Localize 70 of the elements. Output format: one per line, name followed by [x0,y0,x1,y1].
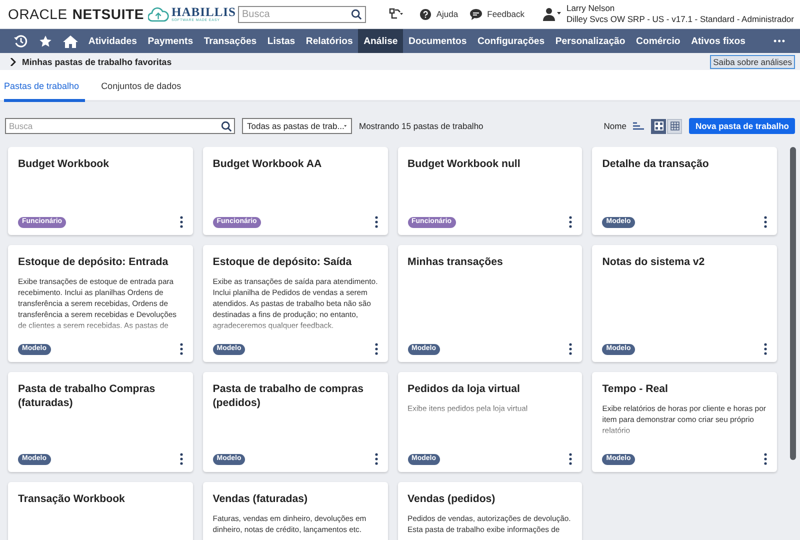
more-options-icon[interactable] [764,216,767,228]
nav-tab[interactable]: Relatórios [300,29,358,53]
help-link[interactable]: Ajuda [436,9,458,19]
search-icon[interactable] [351,8,362,20]
favorites-section-title[interactable]: Minhas pastas de trabalho favoritas [22,56,172,66]
history-icon[interactable] [14,34,28,48]
nav-tab[interactable]: Configurações [472,29,550,53]
more-options-icon[interactable] [569,343,572,355]
more-menu-icon[interactable]: ••• [774,29,786,53]
brand-name-suffix: NETSUITE [72,6,144,22]
nav-tab[interactable]: Atividades [83,29,142,53]
card-title[interactable]: Budget Workbook AA [212,157,378,171]
table-view-toggle[interactable] [667,118,682,134]
card-title[interactable]: Budget Workbook null [408,157,572,171]
partner-logo-name: HABILLIS [172,6,236,18]
scrollbar-thumb[interactable] [790,147,796,460]
card-title[interactable]: Pasta de trabalho Compras (faturadas) [18,382,183,410]
more-options-icon[interactable] [180,453,183,465]
sort-label[interactable]: Nome [604,121,626,131]
more-options-icon[interactable] [764,453,767,465]
chat-icon[interactable] [470,8,482,20]
home-icon[interactable] [63,34,78,48]
more-options-icon[interactable] [180,343,183,355]
card-title[interactable]: Minhas transações [408,255,572,269]
more-options-icon[interactable] [569,216,572,228]
caret-icon[interactable] [344,124,347,128]
more-options-icon[interactable] [569,453,572,465]
expand-chevron-icon[interactable] [9,58,16,66]
user-name: Larry Nelson [566,3,616,14]
nav-tab[interactable]: Análise [358,29,404,53]
nav-tab[interactable]: Personalização [550,29,631,53]
card-title[interactable]: Estoque de depósito: Saída [212,255,378,269]
card-title[interactable]: Pasta de trabalho de compras (pedidos) [212,382,378,410]
card-title[interactable]: Estoque de depósito: Entrada [18,255,183,269]
feedback-link[interactable]: Feedback [487,9,524,19]
card-title[interactable]: Budget Workbook [18,157,183,171]
cloud-logo-icon [148,6,169,22]
role-switch-icon[interactable] [388,8,404,20]
search-icon[interactable] [221,120,232,132]
sort-icon[interactable] [633,122,644,130]
more-options-icon[interactable] [374,453,378,465]
new-workbook-button[interactable]: Nova pasta de trabalho [689,118,795,134]
brand-name: ORACLE [8,6,68,22]
nav-tab[interactable]: Transações [198,29,262,53]
nav-tab[interactable]: Documentos [403,29,472,53]
more-options-icon[interactable] [764,343,767,355]
card-title[interactable]: Tempo - Real [602,382,767,396]
nav-tab[interactable]: Listas [262,29,301,53]
more-options-icon[interactable] [374,343,378,355]
search-field[interactable]: Busca [238,6,366,22]
user-icon[interactable] [542,7,562,21]
card-title[interactable]: Notas do sistema v2 [602,255,767,269]
nav-tab[interactable]: Comércio [630,29,686,53]
result-count: Mostrando 15 pastas de trabalho [359,121,484,131]
card-title[interactable]: Pedidos da loja virtual [408,382,572,396]
nav-tab[interactable]: Ativos fixos [686,29,751,53]
nav-tab[interactable]: Payments [142,29,198,53]
grid-view-toggle[interactable] [651,118,666,134]
more-options-icon[interactable] [374,216,378,228]
more-options-icon[interactable] [180,216,183,228]
tab[interactable]: Conjuntos de dados [101,72,188,102]
search-field[interactable]: Busca [5,118,235,134]
card-title[interactable]: Vendas (faturadas) [212,492,378,506]
card-title[interactable]: Vendas (pedidos) [408,492,572,506]
learn-about-button[interactable]: Saiba sobre análises [710,54,795,68]
help-icon[interactable] [420,8,432,20]
star-icon[interactable] [39,34,52,48]
card-title[interactable]: Detalhe da transação [602,157,767,171]
account-role: Dilley Svcs OW SRP - US - v17.1 - Standard - Administrador [566,14,794,25]
filter-dropdown[interactable]: Todas as pastas de trab... [242,118,352,134]
